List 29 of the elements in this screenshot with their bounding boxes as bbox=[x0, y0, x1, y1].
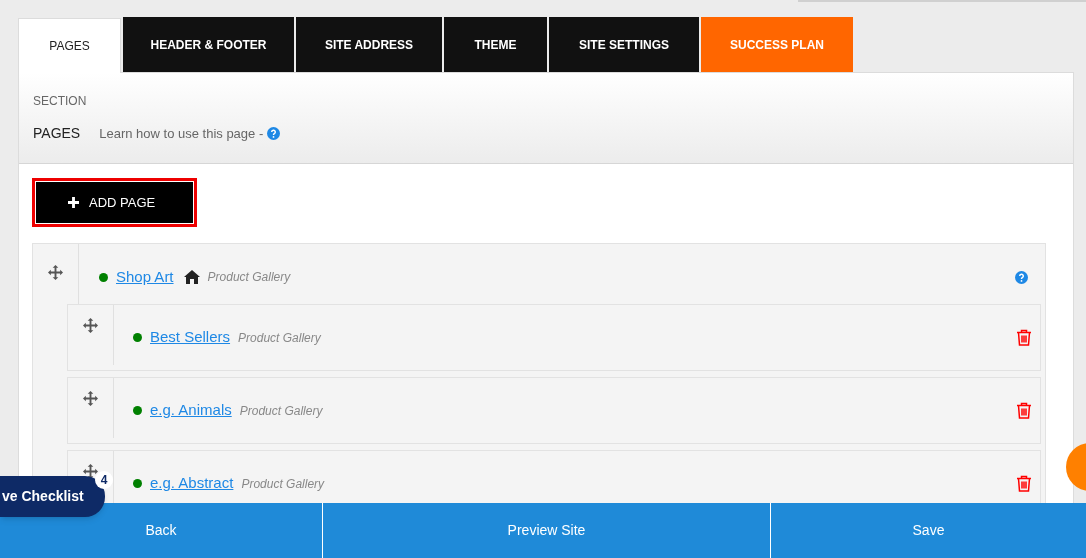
section-label: SECTION bbox=[33, 93, 87, 110]
tab[interactable]: SITE SETTINGS bbox=[549, 17, 699, 72]
trash-icon[interactable] bbox=[1016, 402, 1032, 419]
tab[interactable]: PAGES bbox=[18, 18, 121, 73]
page-type: Product Gallery bbox=[207, 269, 291, 286]
tab[interactable]: HEADER & FOOTER bbox=[123, 17, 294, 72]
help-icon[interactable] bbox=[1015, 270, 1028, 284]
add-page-button[interactable]: ADD PAGE bbox=[32, 178, 197, 227]
plus-icon bbox=[68, 197, 79, 208]
page-type: Product Gallery bbox=[239, 402, 323, 420]
tab[interactable]: SUCCESS PLAN bbox=[701, 17, 853, 72]
footer-button[interactable]: Save bbox=[770, 503, 1086, 558]
section-title: PAGES bbox=[33, 124, 81, 143]
move-icon[interactable] bbox=[83, 318, 98, 333]
tab[interactable]: SITE ADDRESS bbox=[296, 17, 442, 72]
page-type: Product Gallery bbox=[238, 329, 321, 347]
page-link[interactable]: Best Sellers bbox=[150, 326, 231, 349]
trash-icon[interactable] bbox=[1016, 475, 1032, 492]
tab[interactable]: THEME bbox=[444, 17, 547, 72]
trash-icon[interactable] bbox=[1016, 329, 1032, 346]
page-type: Product Gallery bbox=[241, 475, 325, 493]
page-link[interactable]: e.g. Animals bbox=[150, 399, 232, 422]
help-icon[interactable] bbox=[267, 127, 281, 140]
move-icon[interactable] bbox=[48, 265, 63, 280]
page-link[interactable]: e.g. Abstract bbox=[150, 472, 234, 495]
help-link[interactable]: Learn how to use this page - bbox=[99, 123, 264, 144]
footer-button[interactable]: Preview Site bbox=[322, 503, 770, 558]
move-icon[interactable] bbox=[83, 391, 98, 406]
page-link[interactable]: Shop Art bbox=[116, 265, 174, 289]
